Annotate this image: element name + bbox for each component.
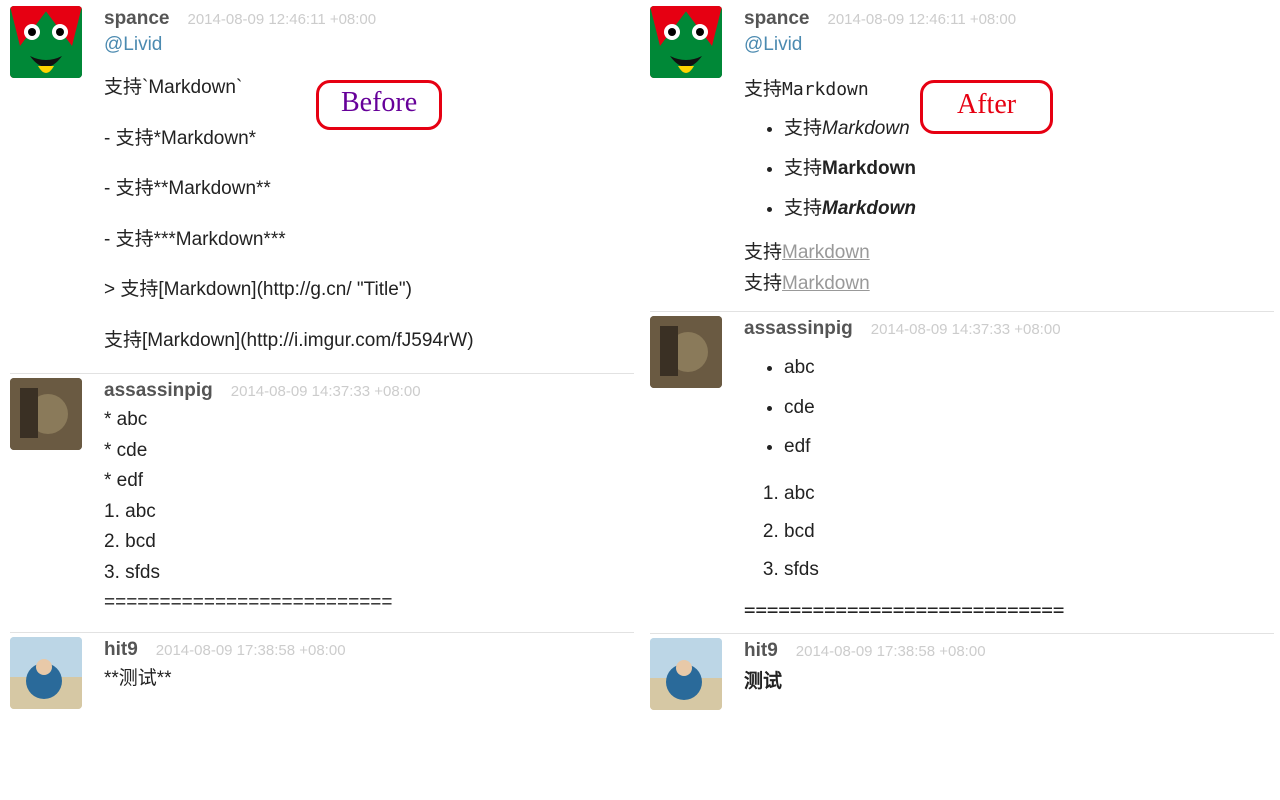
rendered-ordered-list: abc bcd sfds [744,475,1274,589]
timestamp: 2014-08-09 17:38:58 +08:00 [156,642,346,659]
rendered-hr-text: ============================ [744,599,1274,621]
mention-link[interactable]: @Livid [104,34,162,55]
post-content: assassinpig 2014-08-09 14:37:33 +08:00 *… [104,378,634,620]
timestamp: 2014-08-09 14:37:33 +08:00 [231,383,421,400]
post-content: hit9 2014-08-09 17:38:58 +08:00 测试 [744,638,1274,710]
timestamp: 2014-08-09 14:37:33 +08:00 [871,321,1061,338]
post-content: spance 2014-08-09 12:46:11 +08:00 @Livid… [744,6,1274,299]
post: hit9 2014-08-09 17:38:58 +08:00 测试 [650,634,1274,722]
timestamp: 2014-08-09 12:46:11 +08:00 [187,11,376,28]
timestamp: 2014-08-09 12:46:11 +08:00 [827,11,1016,28]
list-item: bcd [784,513,1274,551]
link[interactable]: Markdown [782,242,870,263]
mention-link[interactable]: @Livid [744,34,802,55]
post: assassinpig 2014-08-09 14:37:33 +08:00 *… [10,374,634,633]
username-link[interactable]: spance [104,8,169,30]
rendered-blockquote: 支持Markdown [744,237,1274,264]
avatar [10,6,82,78]
list-item: 支持Markdown [784,189,1274,229]
after-badge: After [920,80,1053,134]
post-content: spance 2014-08-09 12:46:11 +08:00 @Livid… [104,6,634,361]
raw-markdown: **测试** [104,665,634,693]
list-item: cde [784,388,1274,428]
post: spance 2014-08-09 12:46:11 +08:00 @Livid… [650,2,1274,312]
link[interactable]: Markdown [782,273,870,294]
rendered-line: 支持Markdown [744,268,1274,295]
list-item: abc [784,475,1274,513]
post-content: assassinpig 2014-08-09 14:37:33 +08:00 a… [744,316,1274,622]
rendered-list: abc cde edf [744,348,1274,468]
avatar [650,6,722,78]
username-link[interactable]: hit9 [744,640,778,662]
rendered-line: 测试 [744,666,1274,693]
avatar [650,638,722,710]
list-item: 支持Markdown [784,149,1274,189]
avatar [650,316,722,388]
list-item: sfds [784,551,1274,589]
post: spance 2014-08-09 12:46:11 +08:00 @Livid… [10,2,634,374]
before-badge: Before [316,80,442,130]
list-item: abc [784,348,1274,388]
raw-markdown: * abc * cde * edf 1. abc 2. bcd 3. sfds … [104,406,634,617]
post: hit9 2014-08-09 17:38:58 +08:00 **测试** [10,633,634,721]
username-link[interactable]: assassinpig [104,380,213,402]
post: assassinpig 2014-08-09 14:37:33 +08:00 a… [650,312,1274,635]
post-content: hit9 2014-08-09 17:38:58 +08:00 **测试** [104,637,634,709]
username-link[interactable]: assassinpig [744,318,853,340]
username-link[interactable]: spance [744,8,809,30]
list-item: edf [784,427,1274,467]
avatar [10,378,82,450]
avatar [10,637,82,709]
username-link[interactable]: hit9 [104,639,138,661]
timestamp: 2014-08-09 17:38:58 +08:00 [796,643,986,660]
